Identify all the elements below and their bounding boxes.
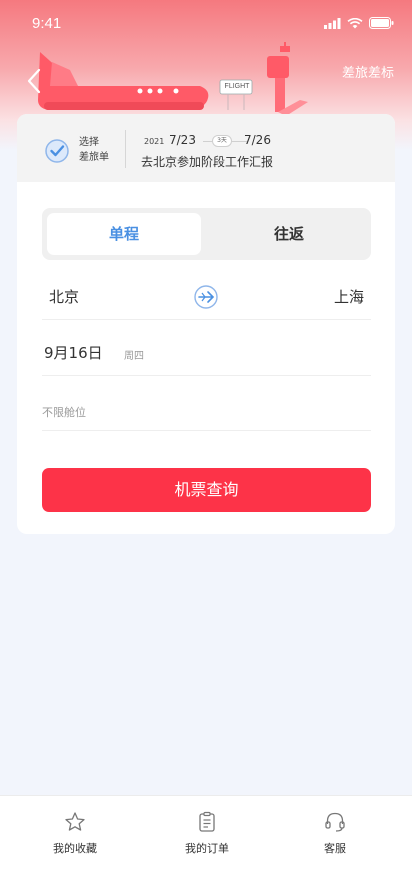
trip-description: 去北京参加阶段工作汇报 [141,155,274,169]
trip-type-tabs: 单程 往返 [42,208,371,260]
status-icons [324,17,394,29]
travel-standard-link[interactable]: 差旅差标 [342,62,394,81]
headset-icon [325,812,345,832]
clipboard-icon [199,811,215,832]
airplane-illustration [38,42,308,116]
nav-favorites[interactable]: 我的收藏 [25,810,125,856]
wifi-icon [347,17,363,28]
status-time: 9:41 [32,15,62,32]
flight-sign-label: FLIGHT [224,83,250,90]
flight-search-card: 选择 差旅单 2021 7/23 3天 7/26 去北京参加阶段工作汇报 单程 … [17,114,395,534]
strip-divider [125,130,126,168]
nav-customer-service[interactable]: 客服 [285,810,385,856]
date-row[interactable]: 9月16日 周四 [42,331,371,376]
departure-weekday: 周四 [124,351,144,362]
cabin-row[interactable]: 不限舱位 [42,387,371,431]
select-line-2: 差旅单 [79,152,109,163]
swap-cities-icon[interactable] [193,284,219,310]
route-row: 北京 上海 [42,276,371,320]
star-icon [65,812,85,831]
trip-year: 2021 [144,137,165,146]
bottom-nav: 我的收藏 我的订单 客服 [0,795,412,894]
trip-start-date: 7/23 [169,133,196,147]
nav-orders[interactable]: 我的订单 [157,810,257,856]
nav-favorites-label: 我的收藏 [53,842,97,855]
trip-order-strip[interactable]: 选择 差旅单 2021 7/23 3天 7/26 去北京参加阶段工作汇报 [17,114,395,182]
search-flights-button[interactable]: 机票查询 [42,468,371,512]
check-circle-icon [45,139,69,163]
nav-service-label: 客服 [324,842,346,855]
departure-city[interactable]: 北京 [49,286,79,307]
departure-date: 9月16日 [44,344,103,362]
trip-end-date: 7/26 [244,133,271,147]
select-trip-order-label: 选择 差旅单 [79,135,109,165]
select-line-1: 选择 [79,137,99,148]
tab-one-way[interactable]: 单程 [47,213,201,255]
tab-round-trip[interactable]: 往返 [212,213,366,255]
back-arrow-icon[interactable] [24,66,48,96]
trip-duration-badge: 3天 [212,135,232,147]
signal-icon [324,17,341,29]
arrival-city[interactable]: 上海 [334,286,364,307]
nav-orders-label: 我的订单 [185,842,229,855]
cabin-class-placeholder: 不限舱位 [42,406,86,419]
battery-icon [369,17,394,29]
